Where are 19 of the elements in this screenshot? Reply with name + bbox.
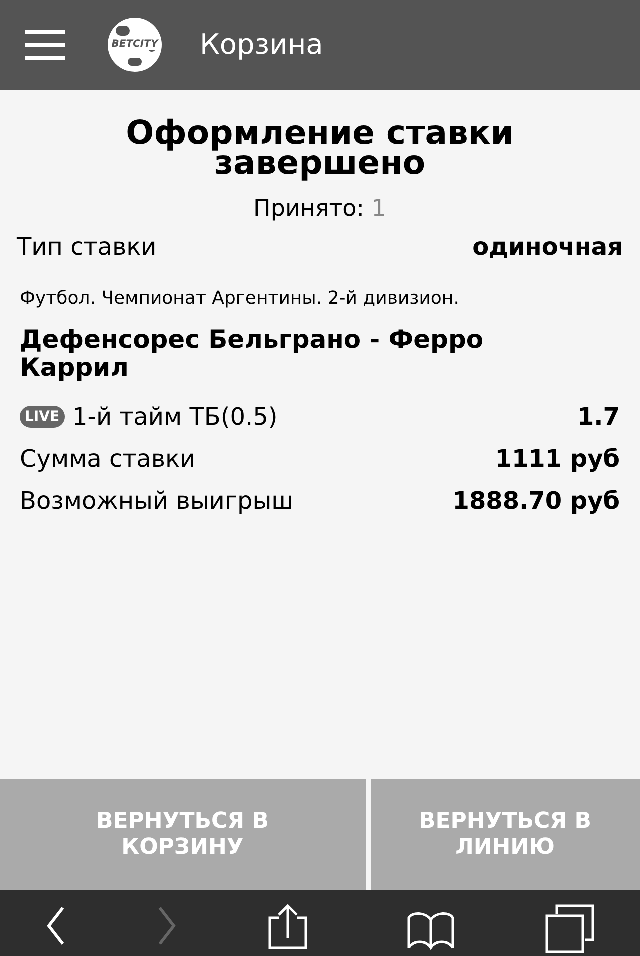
detail-value: 1111 руб	[495, 444, 620, 474]
detail-value: 1.7	[577, 402, 620, 432]
match-title: Дефенсорес Бельграно - Ферро Каррил	[19, 326, 485, 382]
logo[interactable]: BETCITY	[108, 18, 162, 72]
bet-type-value: одиночная	[472, 232, 623, 262]
return-button[interactable]: ВЕРНУТЬСЯ В КОРЗИНУ	[0, 779, 366, 890]
page-title: Корзина	[200, 27, 324, 63]
menu-icon[interactable]	[25, 30, 65, 60]
detail-label: Сумма ставки	[20, 444, 196, 474]
bet-type-label: Тип ставки	[17, 232, 157, 262]
logo-text: BETCITY	[112, 40, 158, 50]
detail-value: 1888.70 руб	[452, 486, 620, 516]
return-button[interactable]: ВЕРНУТЬСЯ В ЛИНИЮ	[370, 779, 640, 890]
live-badge: LIVE	[20, 406, 65, 428]
tabs-icon[interactable]	[545, 904, 596, 954]
accepted-text: Принято: 1	[254, 196, 386, 222]
tournament-text: Футбол. Чемпионат Аргентины. 2-й дивизион.	[19, 286, 460, 310]
detail-label: 1-й тайм ТБ(0.5)	[72, 402, 278, 432]
detail-label: Возможный выигрыш	[20, 486, 294, 516]
